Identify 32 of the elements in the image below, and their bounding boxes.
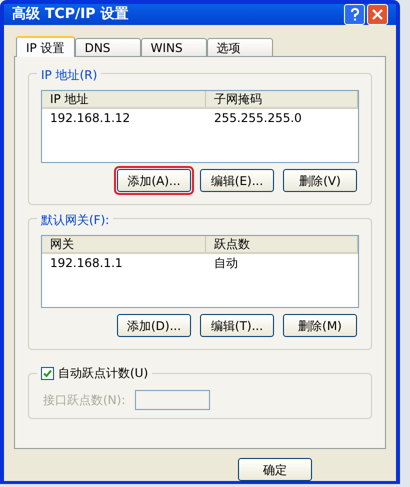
table-cell-text: 255.255.255.0: [213, 110, 303, 126]
ok-button[interactable]: 确定: [238, 458, 312, 481]
column-header[interactable]: 网关: [42, 236, 206, 252]
column-header[interactable]: 子网掩码: [206, 91, 358, 107]
dialog-button[interactable]: 添加(A)...: [117, 169, 191, 192]
help-icon: [350, 8, 360, 21]
dialog-button[interactable]: 删除(M): [283, 314, 357, 337]
dialog-button[interactable]: 编辑(T)...: [200, 314, 274, 337]
checkbox-label: 自动跃点计数(U): [58, 365, 148, 382]
field-label: 接口跃点数(N):: [43, 392, 126, 409]
tab[interactable]: IP 设置: [16, 36, 75, 57]
tab[interactable]: WINS: [140, 38, 207, 56]
check-icon: [43, 368, 52, 378]
dialog-button[interactable]: 删除(V): [283, 169, 357, 192]
column-header[interactable]: 跃点数: [206, 236, 358, 252]
dialog-button[interactable]: 编辑(E)...: [200, 169, 274, 192]
column-header[interactable]: IP 地址: [42, 91, 206, 107]
checkbox[interactable]: [41, 366, 54, 380]
table-cell-text: 192.168.1.1: [49, 254, 124, 272]
help-button[interactable]: [344, 4, 365, 25]
tab[interactable]: DNS: [74, 38, 141, 56]
table-cell-text: 192.168.1.12: [49, 110, 132, 126]
close-button[interactable]: [367, 4, 388, 25]
table-cell-text: 自动: [213, 254, 239, 272]
group-title: IP 地址(R): [37, 66, 102, 84]
dialog-button[interactable]: 添加(D)...: [117, 314, 191, 337]
list-view[interactable]: IP 地址 子网掩码 192.168.1.12 255.255.255.0: [41, 90, 359, 163]
window-title: 高级 TCP/IP 设置: [12, 4, 130, 24]
close-icon: [372, 9, 383, 20]
group-title: 默认网关(F):: [37, 211, 114, 229]
list-view[interactable]: 网关 跃点数 192.168.1.1 自动: [41, 235, 359, 308]
tab[interactable]: 选项: [206, 38, 273, 56]
